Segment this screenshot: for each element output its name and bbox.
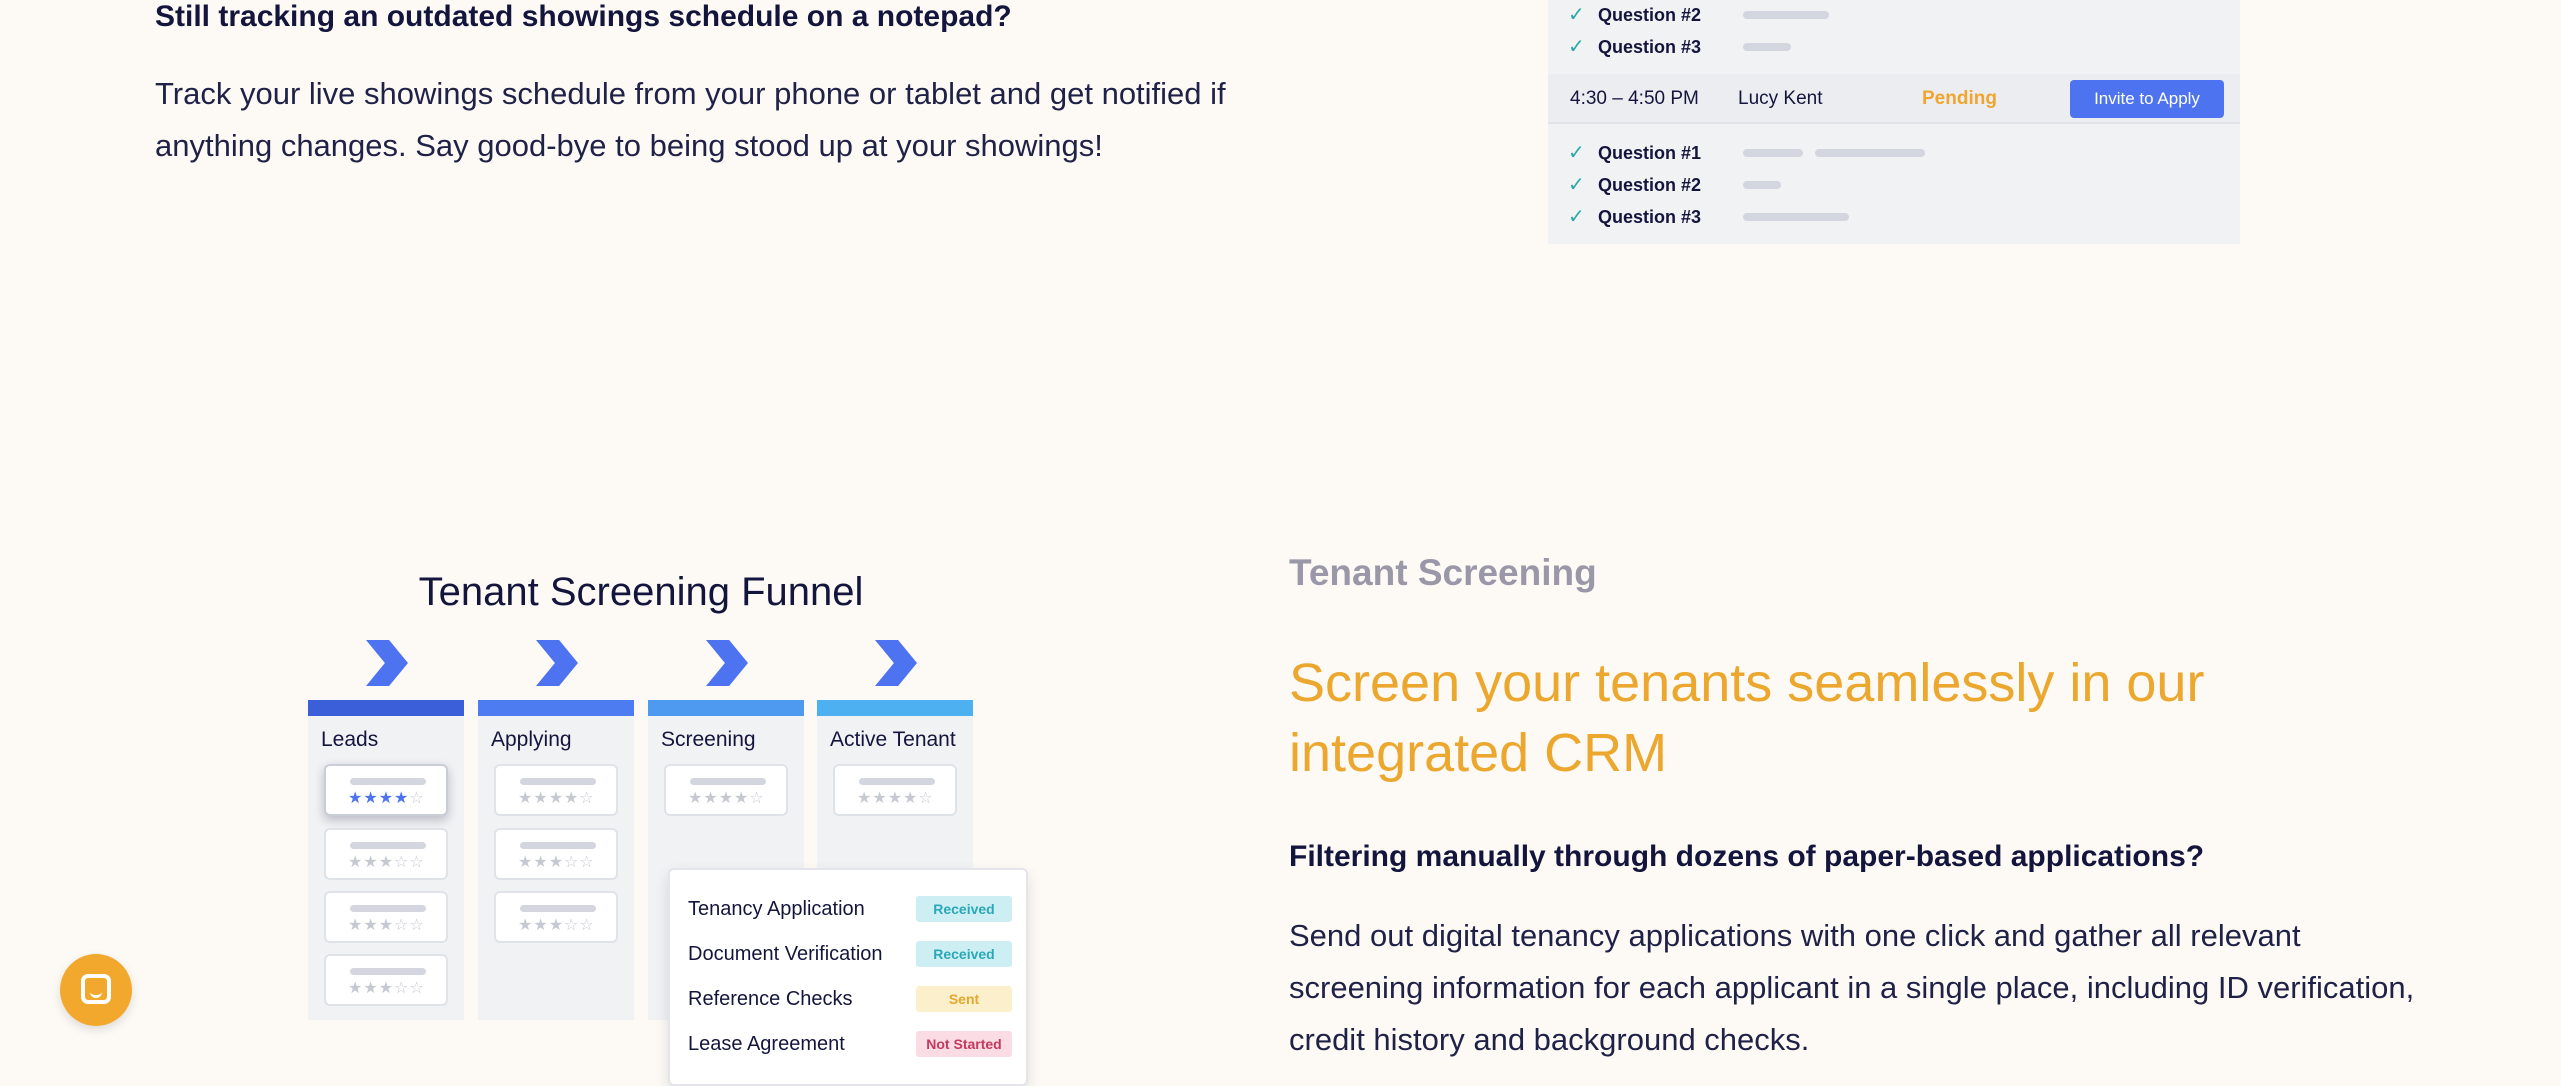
applicant-card[interactable]: ★★★★☆	[324, 764, 448, 816]
section-title: Screen your tenants seamlessly in our in…	[1289, 653, 2205, 783]
card-name-placeholder	[520, 905, 596, 912]
invite-to-apply-button[interactable]: Invite to Apply	[2070, 80, 2224, 118]
answer-placeholder-bar	[1743, 43, 1791, 51]
star-icon: ★★★☆☆	[348, 917, 425, 934]
checklist-row: Lease Agreement Not Started	[688, 1029, 1012, 1061]
check-icon: ✓	[1568, 36, 1585, 58]
card-name-placeholder	[520, 778, 596, 785]
column-label: Active Tenant	[830, 728, 956, 751]
applicant-card[interactable]: ★★★☆☆	[324, 891, 448, 943]
funnel-column-leads: Leads ★★★★☆ ★★★☆☆ ★★★☆☆ ★★★☆☆	[308, 640, 464, 1020]
answer-placeholder-bar	[1743, 11, 1829, 19]
column-color-bar	[478, 700, 634, 716]
check-icon: ✓	[1568, 206, 1585, 228]
checklist-item-label: Document Verification	[688, 943, 883, 965]
applicant-card[interactable]: ★★★★☆	[664, 764, 788, 816]
section-body: Send out digital tenancy applications wi…	[1289, 918, 2415, 1057]
chevron-right-icon	[706, 640, 748, 686]
question-row: ✓ Question #2	[1568, 3, 1841, 27]
star-icon: ★★★☆☆	[518, 854, 595, 871]
column-color-bar	[648, 700, 804, 716]
question-label: Question #2	[1598, 174, 1702, 195]
card-name-placeholder	[859, 778, 935, 785]
showings-schedule-panel: ✓ Question #2 ✓ Question #3 4:30 – 4:50 …	[1548, 0, 2240, 244]
chat-bubble-icon	[81, 974, 111, 1004]
funnel-title: Tenant Screening Funnel	[418, 570, 864, 614]
chevron-right-icon	[536, 640, 578, 686]
status-badge: Sent	[916, 986, 1012, 1012]
answer-placeholder-bar	[1815, 149, 1925, 157]
showings-body: Track your live showings schedule from y…	[155, 76, 1226, 163]
column-color-bar	[817, 700, 973, 716]
star-icon: ★★★☆☆	[348, 980, 425, 997]
star-icon: ★★★★☆	[857, 790, 934, 807]
slot-applicant-name: Lucy Kent	[1738, 88, 1823, 109]
question-label: Question #1	[1598, 142, 1702, 163]
status-badge: Not Started	[916, 1031, 1012, 1057]
star-icon: ★★★★☆	[518, 790, 595, 807]
question-row: ✓ Question #2	[1568, 173, 1793, 197]
showing-slot-row: 4:30 – 4:50 PM Lucy Kent Pending Invite …	[1548, 74, 2240, 124]
section-subheading: Filtering manually through dozens of pap…	[1289, 840, 2205, 873]
star-icon: ★★★☆☆	[518, 917, 595, 934]
answer-placeholder-bar	[1743, 213, 1849, 221]
card-name-placeholder	[350, 778, 426, 785]
chevron-right-icon	[875, 640, 917, 686]
checklist-row: Tenancy Application Received	[688, 894, 1012, 926]
question-label: Question #3	[1598, 206, 1702, 227]
column-label: Leads	[321, 728, 379, 751]
question-label: Question #2	[1598, 4, 1702, 25]
answer-placeholder-bar	[1743, 181, 1781, 189]
star-icon: ★★★★☆	[688, 790, 765, 807]
check-icon: ✓	[1568, 174, 1585, 196]
applicant-card[interactable]: ★★★★☆	[494, 764, 618, 816]
slot-status: Pending	[1922, 88, 1997, 109]
applicant-card[interactable]: ★★★☆☆	[494, 891, 618, 943]
question-row: ✓ Question #3	[1568, 205, 1861, 229]
check-icon: ✓	[1568, 142, 1585, 164]
screening-checklist-card: Tenancy Application Received Document Ve…	[668, 868, 1028, 1086]
applicant-card[interactable]: ★★★★☆	[833, 764, 957, 816]
section-label: Tenant Screening	[1289, 552, 1597, 593]
checklist-row: Reference Checks Sent	[688, 984, 1012, 1016]
star-icon: ★★★☆☆	[348, 854, 425, 871]
star-icon: ★★★★☆	[348, 790, 425, 807]
chevron-right-icon	[366, 640, 408, 686]
showings-heading: Still tracking an outdated showings sche…	[155, 0, 1012, 33]
applicant-card[interactable]: ★★★☆☆	[494, 828, 618, 880]
checklist-row: Document Verification Received	[688, 939, 1012, 971]
checklist-item-label: Lease Agreement	[688, 1033, 845, 1055]
applicant-card[interactable]: ★★★☆☆	[324, 828, 448, 880]
card-name-placeholder	[690, 778, 766, 785]
card-name-placeholder	[350, 905, 426, 912]
status-badge: Received	[916, 941, 1012, 967]
column-label: Applying	[491, 728, 572, 751]
status-badge: Received	[916, 896, 1012, 922]
applicant-card[interactable]: ★★★☆☆	[324, 954, 448, 1006]
column-color-bar	[308, 700, 464, 716]
question-label: Question #3	[1598, 36, 1702, 57]
checklist-item-label: Reference Checks	[688, 988, 853, 1010]
slot-time: 4:30 – 4:50 PM	[1570, 88, 1699, 109]
question-row: ✓ Question #3	[1568, 35, 1803, 59]
question-row: ✓ Question #1	[1568, 141, 1937, 165]
check-icon: ✓	[1568, 4, 1585, 26]
card-name-placeholder	[350, 968, 426, 975]
chat-launcher-button[interactable]	[60, 954, 132, 1026]
answer-placeholder-bar	[1743, 149, 1803, 157]
card-name-placeholder	[350, 842, 426, 849]
funnel-column-applying: Applying ★★★★☆ ★★★☆☆ ★★★☆☆	[478, 640, 634, 1020]
checklist-item-label: Tenancy Application	[688, 898, 865, 920]
column-label: Screening	[661, 728, 756, 751]
card-name-placeholder	[520, 842, 596, 849]
